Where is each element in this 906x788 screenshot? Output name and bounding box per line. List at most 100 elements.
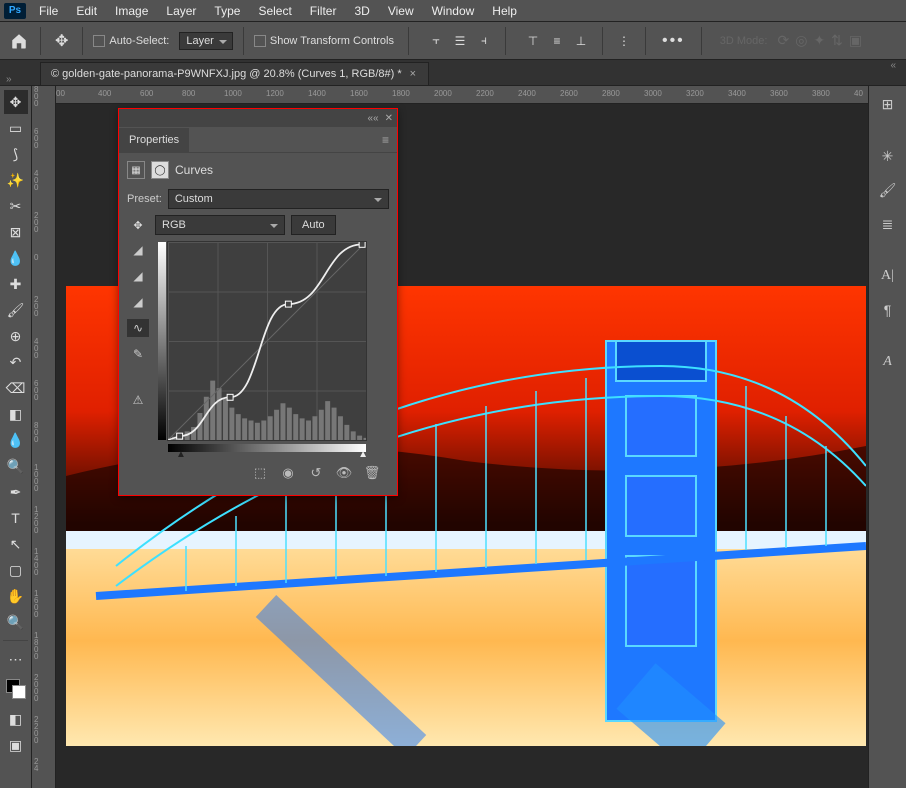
black-slider[interactable]: ▲	[176, 449, 186, 460]
menu-edit[interactable]: Edit	[67, 0, 106, 21]
properties-tab[interactable]: Properties	[119, 128, 189, 152]
eyedropper-tool[interactable]: 💧	[4, 246, 28, 270]
reset-icon[interactable]: ↺	[307, 465, 325, 481]
curves-graph[interactable]: ▲ ▲	[167, 241, 367, 441]
glyphs-panel-icon[interactable]: A	[876, 350, 900, 374]
black-point-eyedropper[interactable]: ◢	[127, 241, 149, 259]
menu-file[interactable]: File	[30, 0, 67, 21]
roll-icon[interactable]: ◎	[795, 32, 807, 49]
screen-mode-icon[interactable]: ▣	[4, 733, 28, 757]
white-slider[interactable]: ▲	[358, 449, 368, 460]
menu-bar: Ps File Edit Image Layer Type Select Fil…	[0, 0, 906, 22]
rectangle-tool[interactable]: ▢	[4, 558, 28, 582]
align-right-icon[interactable]: ⫞	[473, 30, 495, 52]
curve-point-tool[interactable]: ∿	[127, 319, 149, 337]
history-brush-tool[interactable]: ↶	[4, 350, 28, 374]
slide-icon[interactable]: ⇅	[831, 32, 843, 49]
panel-icon-4[interactable]: ≣	[876, 212, 900, 236]
menu-type[interactable]: Type	[205, 0, 249, 21]
character-panel-icon[interactable]: A|	[876, 264, 900, 288]
close-panel-icon[interactable]: ✕	[385, 113, 393, 124]
delete-icon[interactable]: 🗑	[363, 465, 381, 481]
close-tab-icon[interactable]: ×	[408, 68, 418, 80]
auto-select-checkbox[interactable]: Auto-Select:	[93, 35, 169, 47]
path-selection-tool[interactable]: ↖	[4, 532, 28, 556]
app-logo: Ps	[4, 3, 26, 19]
panel-body: ▦ ◯ Curves Preset: Custom ✥ RGB Auto ◢ ◢	[119, 153, 397, 495]
right-panel-toggle-icon[interactable]: «	[890, 60, 896, 71]
home-button[interactable]	[8, 30, 30, 52]
tool-divider	[3, 640, 28, 641]
menu-layer[interactable]: Layer	[157, 0, 205, 21]
preset-select[interactable]: Custom	[168, 189, 389, 209]
orbit-icon[interactable]: ⟳	[777, 32, 789, 49]
align-middle-icon[interactable]: ≡	[546, 30, 568, 52]
align-top-icon[interactable]: ⊤	[522, 30, 544, 52]
magic-wand-tool[interactable]: ✨	[4, 168, 28, 192]
properties-panel[interactable]: «« ✕ Properties ≡ ▦ ◯ Curves Preset: Cus…	[118, 108, 398, 496]
gradient-tool[interactable]: ◧	[4, 402, 28, 426]
move-tool[interactable]: ✥	[4, 90, 28, 114]
eraser-tool[interactable]: ⌫	[4, 376, 28, 400]
clone-stamp-tool[interactable]: ⊕	[4, 324, 28, 348]
document-title: © golden-gate-panorama-P9WNFXJ.jpg @ 20.…	[51, 68, 402, 80]
type-tool[interactable]: T	[4, 506, 28, 530]
menu-window[interactable]: Window	[423, 0, 484, 21]
menu-3d[interactable]: 3D	[345, 0, 378, 21]
gray-point-eyedropper[interactable]: ◢	[127, 267, 149, 285]
blur-tool[interactable]: 💧	[4, 428, 28, 452]
panel-menu-icon[interactable]: ≡	[374, 133, 397, 147]
align-group: ⫟ ☰ ⫞	[425, 30, 495, 52]
panel-title-bar[interactable]: «« ✕	[119, 109, 397, 127]
auto-button[interactable]: Auto	[291, 215, 336, 235]
hand-tool[interactable]: ✋	[4, 584, 28, 608]
panel-icon-3[interactable]: 🖌	[876, 178, 900, 202]
visibility-icon[interactable]: 👁	[335, 465, 353, 481]
auto-select-target[interactable]: Layer	[179, 32, 233, 50]
show-transform-checkbox[interactable]: Show Transform Controls	[254, 35, 394, 47]
menu-help[interactable]: Help	[483, 0, 526, 21]
move-tool-icon[interactable]: ✥	[51, 31, 72, 51]
healing-brush-tool[interactable]: ✚	[4, 272, 28, 296]
canvas-area[interactable]: 0040060080010001200140016001800200022002…	[56, 86, 868, 788]
camera-icon[interactable]: ▣	[849, 32, 862, 49]
panel-icon-1[interactable]: ⊞	[876, 92, 900, 116]
target-adjustment-icon[interactable]: ✥	[127, 219, 149, 232]
document-tab[interactable]: © golden-gate-panorama-P9WNFXJ.jpg @ 20.…	[40, 62, 429, 85]
white-point-eyedropper[interactable]: ◢	[127, 293, 149, 311]
align-center-h-icon[interactable]: ☰	[449, 30, 471, 52]
mask-icon[interactable]: ◯	[151, 161, 169, 179]
quick-mask-icon[interactable]: ◧	[4, 707, 28, 731]
paragraph-panel-icon[interactable]: ¶	[876, 298, 900, 322]
color-swatches[interactable]	[6, 679, 26, 699]
curve-svg[interactable]	[168, 242, 366, 440]
lasso-tool[interactable]: ⟆	[4, 142, 28, 166]
clip-to-layer-icon[interactable]: ⬚	[251, 465, 269, 481]
panel-icon-2[interactable]: ✳	[876, 144, 900, 168]
background-swatch[interactable]	[12, 685, 26, 699]
curve-pencil-tool[interactable]: ✎	[127, 345, 149, 363]
brush-tool[interactable]: 🖌	[4, 298, 28, 322]
menu-view[interactable]: View	[379, 0, 423, 21]
marquee-tool[interactable]: ▭	[4, 116, 28, 140]
zoom-tool[interactable]: 🔍	[4, 610, 28, 634]
distribute-horizontal-icon[interactable]: ⋮	[613, 30, 635, 52]
clip-toggle-icon[interactable]: ⚠	[127, 391, 149, 409]
menu-image[interactable]: Image	[106, 0, 157, 21]
left-panel-toggle-icon[interactable]: »	[6, 74, 12, 85]
edit-toolbar-icon[interactable]: ⋯	[4, 647, 28, 671]
crop-tool[interactable]: ✂	[4, 194, 28, 218]
frame-tool[interactable]: ⊠	[4, 220, 28, 244]
distribute-group: ⊤ ≡ ⊥	[522, 30, 592, 52]
more-options-icon[interactable]: •••	[656, 32, 691, 50]
dodge-tool[interactable]: 🔍	[4, 454, 28, 478]
align-left-icon[interactable]: ⫟	[425, 30, 447, 52]
align-bottom-icon[interactable]: ⊥	[570, 30, 592, 52]
menu-select[interactable]: Select	[249, 0, 300, 21]
pen-tool[interactable]: ✒	[4, 480, 28, 504]
collapse-icon[interactable]: ««	[367, 113, 378, 124]
channel-select[interactable]: RGB	[155, 215, 285, 235]
pan-icon[interactable]: ✦	[813, 32, 825, 49]
view-previous-icon[interactable]: ◉	[279, 465, 297, 481]
menu-filter[interactable]: Filter	[301, 0, 346, 21]
